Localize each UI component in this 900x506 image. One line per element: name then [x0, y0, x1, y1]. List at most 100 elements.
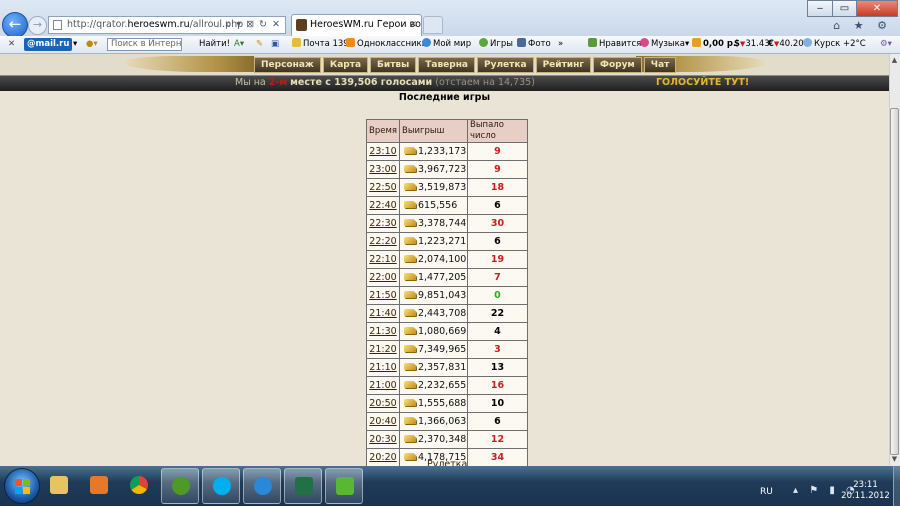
game-time-link[interactable]: 21:10 — [366, 358, 400, 377]
table-row: 23:10 1,233,173 9 — [366, 142, 528, 161]
tab-heroeswm[interactable]: HeroesWM.ru Герои войн... ✕ — [291, 14, 422, 36]
page-icon — [53, 20, 62, 30]
search-engine-icon[interactable]: ●▾ — [86, 36, 98, 53]
show-desktop-button[interactable] — [893, 466, 900, 506]
windows-logo-icon — [15, 487, 22, 494]
gold-coins-icon — [403, 183, 416, 190]
toolbar-options-icon[interactable]: ▣ — [271, 36, 279, 53]
win-cell: 2,443,708 — [398, 304, 468, 323]
menu-item-forum[interactable]: Форум — [593, 57, 642, 73]
menu-item-chat[interactable]: Чат — [643, 57, 677, 73]
win-amount: 1,555,688 — [417, 398, 467, 409]
toolbar-item-euro-rate[interactable]: €▼40.20 — [768, 36, 804, 53]
table-row: 21:40 2,443,708 22 — [366, 304, 528, 323]
menu-item-rating[interactable]: Рейтинг — [535, 57, 592, 73]
result-number: 0 — [466, 286, 528, 305]
chrome-icon — [130, 476, 148, 494]
game-time-link[interactable]: 21:00 — [366, 376, 400, 395]
result-number: 10 — [466, 394, 528, 413]
game-time-link[interactable]: 21:50 — [366, 286, 400, 305]
toolbar-item-money[interactable]: 0,00 р. — [692, 36, 736, 53]
menu-item-map[interactable]: Карта — [322, 57, 369, 73]
home-favorites-settings-icons[interactable]: ⌂ ★ ⚙ — [833, 19, 892, 32]
game-time-link[interactable]: 23:10 — [366, 142, 400, 161]
game-time-link[interactable]: 23:00 — [366, 160, 400, 179]
vote-link[interactable]: ГОЛОСУЙТЕ ТУТ! — [656, 76, 749, 89]
window-maximize-button[interactable]: ▭ — [832, 0, 857, 17]
toolbar-item-games[interactable]: Игры — [479, 36, 513, 53]
address-tools-icons[interactable]: ⌕ ▾ ⊠ ↻ ✕ — [226, 17, 281, 33]
game-time-link[interactable]: 22:00 — [366, 268, 400, 287]
mailru-logo[interactable]: @mail.ru — [24, 38, 73, 51]
taskbar-explorer[interactable] — [40, 468, 78, 504]
scrollbar-thumb[interactable] — [890, 108, 899, 455]
media-player-icon — [90, 476, 108, 494]
menu-item-battles[interactable]: Битвы — [370, 57, 417, 73]
window-minimize-button[interactable]: ‒ — [807, 0, 833, 17]
taskbar-chrome[interactable] — [120, 468, 158, 504]
toolbar-item-like[interactable]: Нравится — [588, 36, 641, 53]
scroll-down-arrow-icon[interactable]: ▼ — [890, 454, 899, 465]
menu-item-tavern[interactable]: Таверна — [418, 57, 475, 73]
taskbar-media-player[interactable] — [80, 468, 118, 504]
win-cell: 9,851,043 — [398, 286, 468, 305]
game-time-link[interactable]: 21:20 — [366, 340, 400, 359]
toolbar-settings-icon[interactable]: ⚙▾ — [880, 36, 892, 53]
start-button[interactable] — [4, 468, 40, 504]
forward-button[interactable]: → — [28, 16, 47, 35]
result-number: 12 — [466, 430, 528, 449]
translate-icon[interactable]: A▾ — [234, 36, 244, 53]
game-time-link[interactable]: 22:10 — [366, 250, 400, 269]
tab-close-icon[interactable]: ✕ — [409, 15, 417, 35]
game-time-link[interactable]: 20:50 — [366, 394, 400, 413]
taskbar-skype[interactable] — [202, 468, 240, 504]
gold-coins-icon — [403, 201, 416, 208]
toolbar-item-label: 31.43 — [745, 39, 770, 49]
language-indicator[interactable]: RU — [760, 487, 773, 497]
table-row: 21:10 2,357,831 13 — [366, 358, 528, 377]
game-time-link[interactable]: 22:40 — [366, 196, 400, 215]
toolbar-search-input[interactable]: Поиск в Интернете — [107, 38, 182, 51]
win-amount: 2,232,655 — [417, 380, 467, 391]
taskbar-clock[interactable]: 23:11 20.11.2012 — [838, 480, 893, 502]
toolbar-item-music[interactable]: Музыка▾ — [640, 36, 689, 53]
mailru-menu-arrow-icon[interactable]: ▾ — [73, 36, 77, 53]
window-close-button[interactable]: ✕ — [856, 0, 898, 17]
game-time-link[interactable]: 20:40 — [366, 412, 400, 431]
toolbar-item-dollar-rate[interactable]: $▼31.43 — [734, 36, 770, 53]
game-time-link[interactable]: 21:30 — [366, 322, 400, 341]
result-number: 30 — [466, 214, 528, 233]
new-tab-button[interactable] — [423, 16, 443, 34]
game-time-link[interactable]: 20:30 — [366, 430, 400, 449]
table-header-row: Время Выигрыш Выпало число — [366, 119, 528, 143]
game-time-link[interactable]: 22:30 — [366, 214, 400, 233]
win-cell: 1,223,271 — [398, 232, 468, 251]
scroll-up-arrow-icon[interactable]: ▲ — [890, 55, 899, 66]
game-time-link[interactable]: 21:40 — [366, 304, 400, 323]
result-number: 34 — [466, 448, 528, 467]
toolbar-item-moi-mir[interactable]: Мой мир — [422, 36, 471, 53]
back-button[interactable]: ← — [2, 12, 28, 38]
address-bar[interactable]: http://qrator.heroeswm.ru/allroul.php ⌕ … — [48, 16, 286, 34]
result-number: 6 — [466, 412, 528, 431]
table-row: 21:20 7,349,965 3 — [366, 340, 528, 359]
taskbar-green-app[interactable] — [325, 468, 363, 504]
toolbar-close-icon[interactable]: ✕ — [8, 36, 15, 53]
win-amount: 615,556 — [417, 200, 458, 211]
toolbar-item-mail[interactable]: Почта 139 — [292, 36, 349, 53]
find-button[interactable]: Найти! — [199, 36, 230, 53]
toolbar-more-icon[interactable]: » — [558, 36, 563, 53]
toolbar-item-odnoklassniki[interactable]: Одноклассники — [346, 36, 427, 53]
toolbar-item-photo[interactable]: Фото — [517, 36, 551, 53]
menu-item-character[interactable]: Персонаж — [254, 57, 321, 73]
taskbar-internet-explorer[interactable] — [243, 468, 281, 504]
game-time-link[interactable]: 22:50 — [366, 178, 400, 197]
toolbar-item-weather[interactable]: Курск +2°C — [803, 36, 866, 53]
menu-item-roulette[interactable]: Рулетка — [477, 57, 534, 73]
game-time-link[interactable]: 20:20 — [366, 448, 400, 467]
taskbar-utorrent[interactable] — [161, 468, 199, 504]
game-time-link[interactable]: 22:20 — [366, 232, 400, 251]
taskbar-excel[interactable] — [284, 468, 322, 504]
pen-icon[interactable]: ✎ — [256, 36, 263, 53]
gold-coins-icon — [403, 363, 416, 370]
